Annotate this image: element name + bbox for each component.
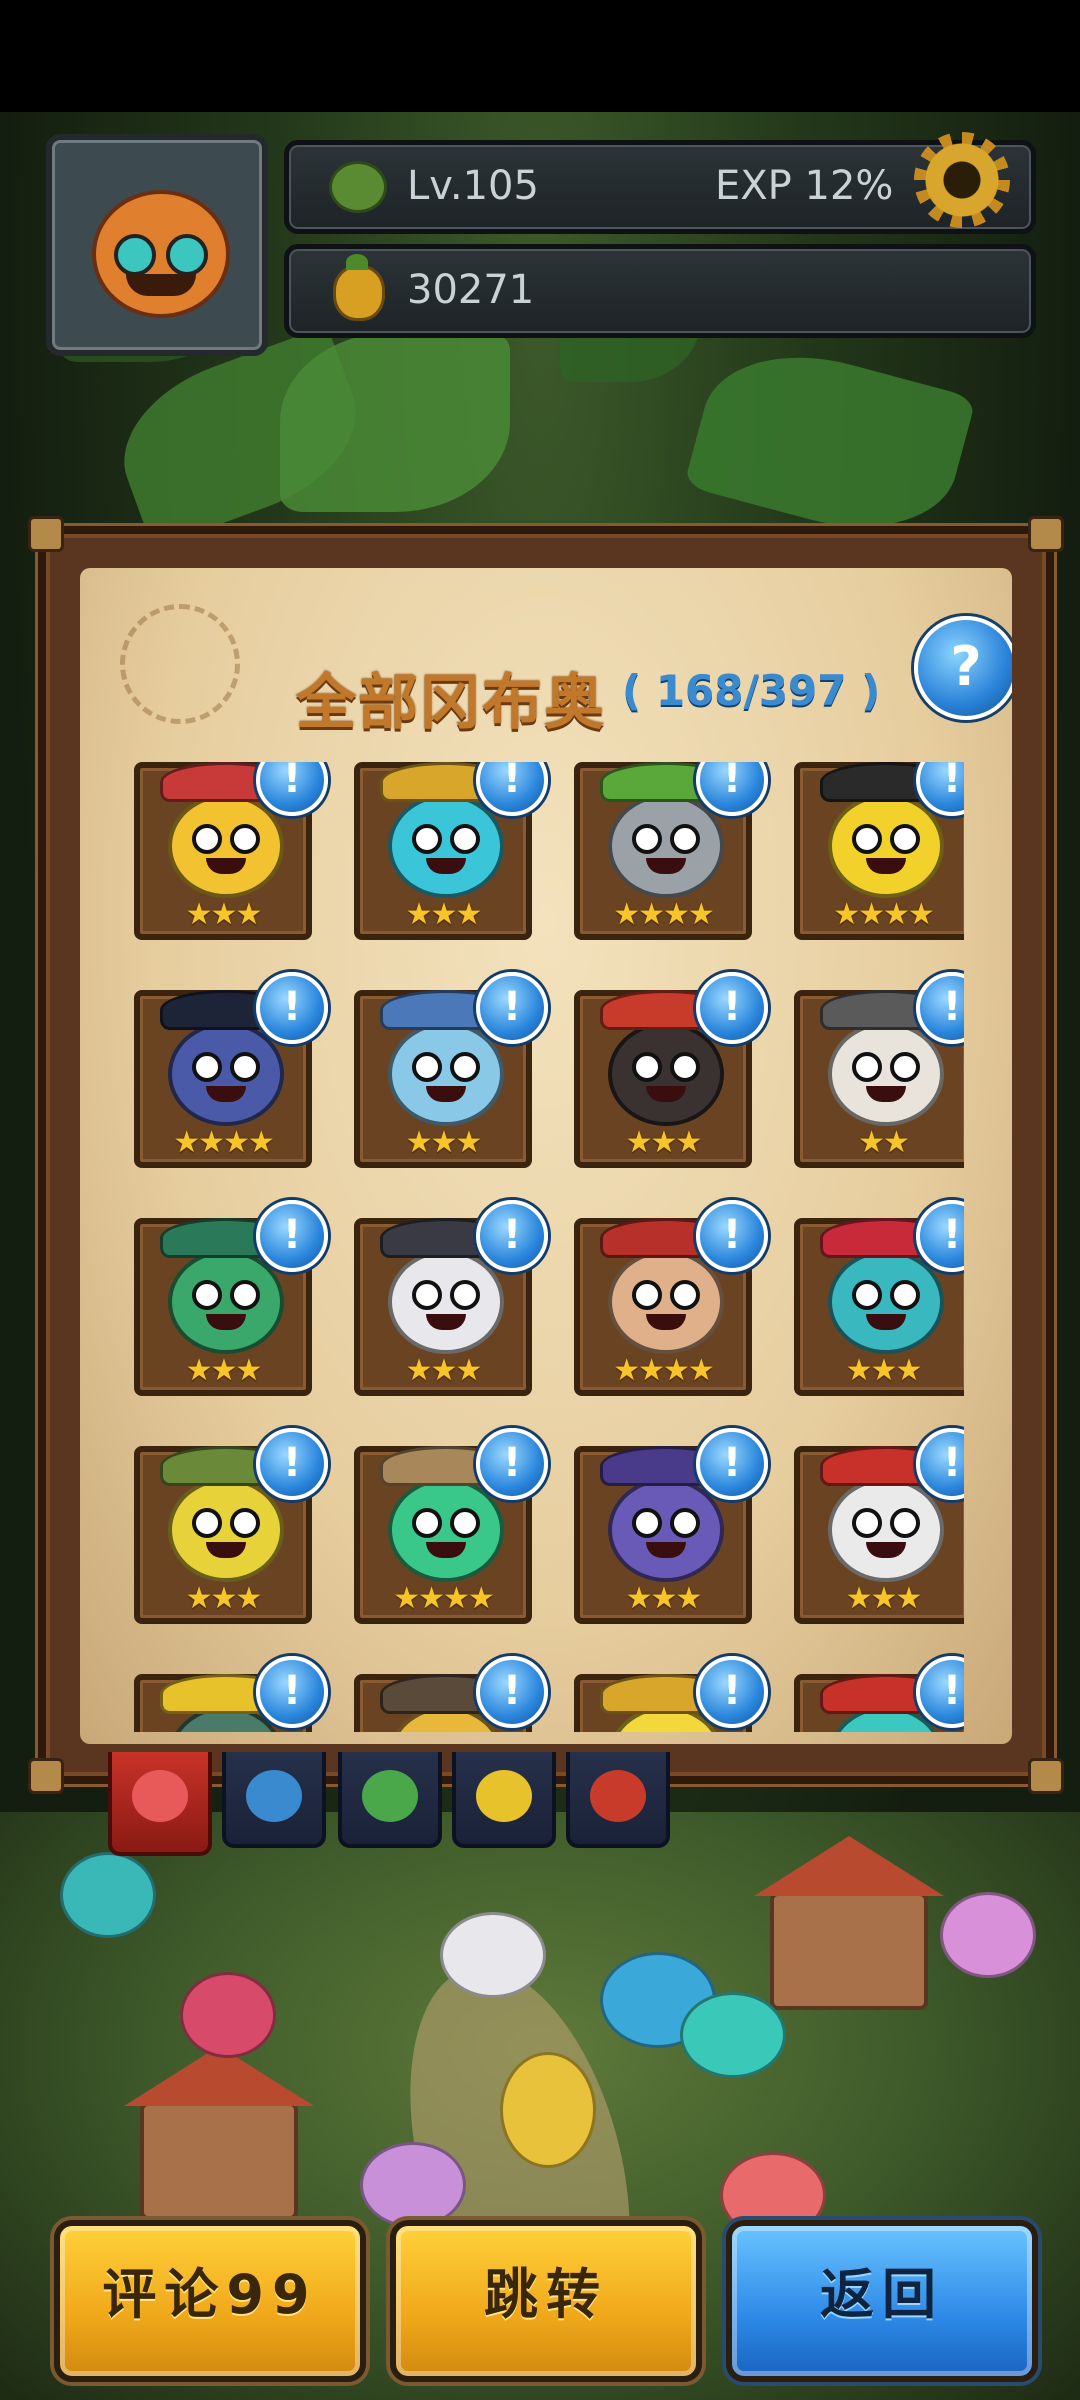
category-tab[interactable]	[108, 1752, 212, 1856]
tree-level-icon	[329, 161, 387, 213]
gear-icon[interactable]	[914, 132, 1010, 228]
new-info-badge-icon[interactable]: !	[256, 762, 328, 816]
fruit-coin-icon	[333, 254, 385, 321]
star-rating: ★★★★	[173, 1125, 275, 1160]
monster-card[interactable]: ★★★!	[794, 1200, 964, 1396]
collection-panel: 全部冈布奥 ( 168/397 ) ? ★★★! ★★★! ★★★★! ★★★★! ★★…	[28, 516, 1064, 1794]
jump-button[interactable]: 跳转	[390, 2220, 702, 2382]
monster-portrait-icon	[168, 794, 284, 898]
monster-portrait-icon	[828, 1478, 944, 1582]
player-avatar[interactable]	[46, 134, 268, 356]
new-info-badge-icon[interactable]: !	[696, 1200, 768, 1272]
category-tab[interactable]	[338, 1752, 442, 1848]
new-info-badge-icon[interactable]: !	[476, 1200, 548, 1272]
monster-portrait-icon	[168, 1022, 284, 1126]
new-info-badge-icon[interactable]: !	[256, 1428, 328, 1500]
star-rating: ★★★	[845, 1353, 923, 1388]
star-rating: ★★★★	[833, 897, 935, 932]
monster-card[interactable]: ★★★!	[354, 762, 548, 940]
monster-portrait-icon	[828, 794, 944, 898]
new-info-badge-icon[interactable]: !	[476, 1656, 548, 1728]
monster-portrait-icon	[168, 1478, 284, 1582]
star-rating: ★★★★	[613, 1353, 715, 1388]
category-tab[interactable]	[566, 1752, 670, 1848]
monster-card[interactable]: !	[354, 1656, 548, 1732]
new-info-badge-icon[interactable]: !	[256, 1200, 328, 1272]
monster-portrait-icon	[828, 1250, 944, 1354]
star-rating: ★★★	[625, 1125, 703, 1160]
monster-portrait-icon	[608, 1022, 724, 1126]
monster-card[interactable]: !	[134, 1656, 328, 1732]
blue-tribe-icon	[246, 1770, 302, 1822]
new-info-badge-icon[interactable]: !	[476, 972, 548, 1044]
monster-card[interactable]: ★★★!	[574, 1428, 768, 1624]
star-rating: ★★★	[185, 1581, 263, 1616]
green-tribe-icon	[362, 1770, 418, 1822]
new-info-badge-icon[interactable]: !	[696, 1428, 768, 1500]
monster-card[interactable]: ★★★!	[354, 972, 548, 1168]
monster-portrait-icon	[388, 1478, 504, 1582]
coin-count: 30271	[407, 267, 535, 313]
star-rating: ★★★	[405, 1125, 483, 1160]
help-icon[interactable]: ?	[914, 616, 1012, 720]
monster-card[interactable]: !	[794, 1656, 964, 1732]
new-info-badge-icon[interactable]: !	[256, 972, 328, 1044]
monster-card[interactable]: ★★★!	[794, 1428, 964, 1624]
monster-portrait-icon	[388, 1022, 504, 1126]
collection-count: ( 168/397 )	[622, 666, 881, 715]
monster-portrait-icon	[388, 1250, 504, 1354]
star-rating: ★★★	[405, 1353, 483, 1388]
monster-card[interactable]: ★★!	[794, 972, 964, 1168]
star-rating: ★★★	[185, 897, 263, 932]
monster-card[interactable]: ★★★!	[134, 1200, 328, 1396]
monster-card[interactable]: ★★★!	[574, 972, 768, 1168]
monster-card[interactable]: ★★★!	[134, 762, 328, 940]
monster-card[interactable]: ★★★!	[354, 1200, 548, 1396]
new-info-badge-icon[interactable]: !	[256, 1656, 328, 1728]
star-rating: ★★★	[185, 1353, 263, 1388]
monster-card[interactable]: !	[574, 1656, 768, 1732]
monster-card[interactable]: ★★★★!	[794, 762, 964, 940]
yellow-tribe-icon	[476, 1770, 532, 1822]
monster-portrait-icon	[388, 794, 504, 898]
monster-grid: ★★★! ★★★! ★★★★! ★★★★! ★★★★! ★★★! ★★★! ★★! ★★★! ★★…	[134, 762, 964, 1732]
collection-title: 全部冈布奥	[296, 668, 606, 738]
pumpkin-avatar-icon	[92, 190, 230, 318]
monster-portrait-icon	[828, 1022, 944, 1126]
new-info-badge-icon[interactable]: !	[696, 762, 768, 816]
monster-portrait-icon	[608, 1250, 724, 1354]
new-info-badge-icon[interactable]: !	[696, 972, 768, 1044]
new-info-badge-icon[interactable]: !	[476, 762, 548, 816]
monster-card[interactable]: ★★★★!	[574, 1200, 768, 1396]
monster-portrait-icon	[168, 1250, 284, 1354]
category-tab[interactable]	[222, 1752, 326, 1848]
back-button[interactable]: 返回	[726, 2220, 1038, 2382]
coin-bar: 30271	[284, 244, 1036, 338]
all-monsters-icon	[132, 1770, 188, 1822]
star-rating: ★★★★	[613, 897, 715, 932]
star-rating: ★★★	[625, 1581, 703, 1616]
comment-button[interactable]: 评论99	[54, 2220, 366, 2382]
monster-portrait-icon	[608, 794, 724, 898]
ornament-swirl-icon	[120, 604, 240, 724]
star-rating: ★★	[858, 1125, 910, 1160]
category-tab[interactable]	[452, 1752, 556, 1848]
new-info-badge-icon[interactable]: !	[476, 1428, 548, 1500]
monster-portrait-icon	[608, 1478, 724, 1582]
exp-text: EXP 12%	[715, 163, 894, 209]
monster-card[interactable]: ★★★★!	[354, 1428, 548, 1624]
new-info-badge-icon[interactable]: !	[696, 1656, 768, 1728]
red-tribe-icon	[590, 1770, 646, 1822]
monster-card[interactable]: ★★★!	[134, 1428, 328, 1624]
monster-card[interactable]: ★★★★!	[134, 972, 328, 1168]
level-text: Lv.105	[407, 163, 539, 209]
star-rating: ★★★★	[393, 1581, 495, 1616]
star-rating: ★★★	[845, 1581, 923, 1616]
monster-card[interactable]: ★★★★!	[574, 762, 768, 940]
star-rating: ★★★	[405, 897, 483, 932]
